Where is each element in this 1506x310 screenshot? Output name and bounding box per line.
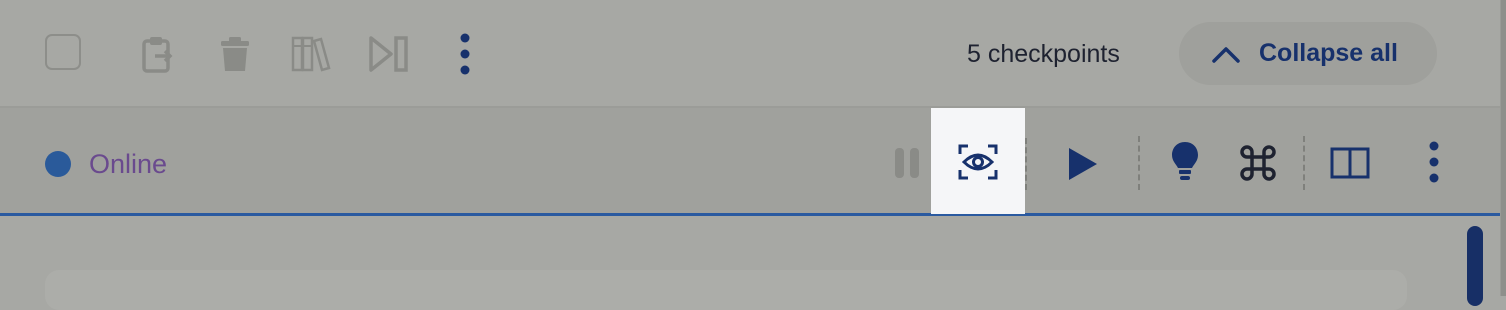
collapse-all-button[interactable]: Collapse all [1179,22,1437,85]
pause-icon[interactable] [892,146,922,180]
window-edge [1500,0,1506,296]
divider [1025,138,1027,190]
status-dot [45,151,71,177]
checkpoint-count: 5 checkpoints [967,40,1120,68]
split-view-icon[interactable] [1329,146,1371,180]
chevron-up-icon [1212,46,1240,63]
command-icon[interactable] [1239,144,1277,182]
clipboard-icon[interactable] [138,34,176,74]
play-icon[interactable] [1066,146,1100,182]
select-all-checkbox[interactable] [45,34,81,70]
step-forward-icon[interactable] [367,34,411,74]
more-vertical-icon[interactable] [456,32,474,76]
watch-mode-toggle[interactable] [931,108,1025,214]
eye-focus-icon [958,144,998,180]
trash-icon[interactable] [218,34,252,74]
collapse-all-label: Collapse all [1259,39,1398,67]
divider [1138,136,1140,190]
scrollbar-thumb[interactable] [1467,226,1483,306]
library-icon[interactable] [290,34,332,74]
checkpoint-card[interactable] [45,270,1407,310]
divider [1303,136,1305,190]
status-label: Online [89,149,168,179]
more-vertical-icon[interactable] [1425,140,1443,184]
lightbulb-icon[interactable] [1170,140,1200,182]
